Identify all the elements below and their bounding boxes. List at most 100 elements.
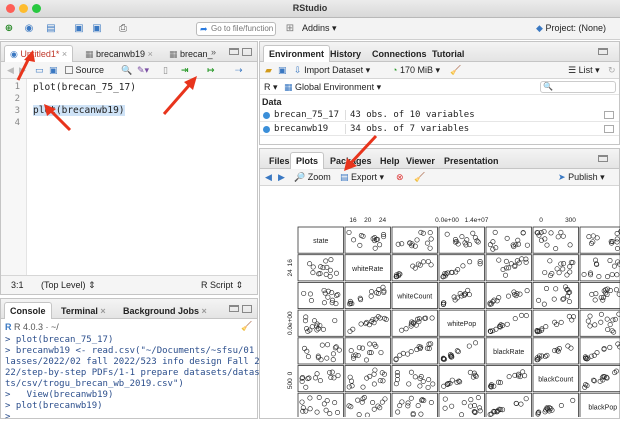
scatter-point — [378, 350, 384, 356]
scatter-point — [442, 396, 448, 402]
tab-untitled1[interactable]: ◉ Untitled1* × — [4, 45, 74, 62]
tab-packages[interactable]: Packages — [324, 152, 378, 169]
scatter-point — [358, 321, 364, 327]
minimize-pane-icon[interactable] — [229, 305, 239, 312]
run-icon[interactable]: ⇥ — [181, 65, 189, 76]
goto-file-input[interactable]: ➦ Go to file/function — [196, 22, 276, 36]
tab-console[interactable]: Console — [4, 302, 52, 319]
open-file-icon[interactable]: ▤ — [44, 22, 58, 35]
grid-layout-icon[interactable]: ⊞ — [283, 22, 297, 35]
console-line: > plot(brecanwb19) — [5, 401, 103, 411]
open-project-icon[interactable]: ◉ — [22, 22, 36, 35]
import-dataset-menu[interactable]: ⇩ Import Dataset ▾ — [294, 65, 370, 76]
scatter-point — [321, 401, 327, 407]
project-menu[interactable]: ◆ Project: (None) — [536, 23, 606, 34]
clear-plots-icon[interactable]: 🧹 — [414, 172, 425, 183]
refresh-icon[interactable]: ↻ — [608, 65, 616, 76]
wand-icon[interactable]: ✎▾ — [137, 65, 149, 76]
scatter-point — [329, 369, 335, 375]
scatter-point — [414, 237, 420, 243]
addins-menu[interactable]: Addins ▾ — [302, 23, 337, 34]
save-icon[interactable]: ▣ — [72, 22, 86, 35]
list-view-menu[interactable]: ☰ List ▾ — [568, 65, 600, 76]
minimize-pane-icon[interactable] — [229, 48, 239, 55]
expand-icon[interactable] — [263, 112, 270, 119]
scatter-point — [302, 345, 308, 351]
previous-plot-icon[interactable]: ◀ — [265, 172, 272, 183]
new-file-icon[interactable]: ⊕ — [3, 22, 15, 35]
clear-console-icon[interactable]: 🧹 — [241, 321, 252, 332]
tab-viewer[interactable]: Viewer — [400, 152, 441, 169]
compile-icon[interactable]: ▯ — [163, 65, 168, 76]
code-line: plot(brecan_75_17) — [33, 82, 136, 93]
tab-presentation[interactable]: Presentation — [438, 152, 505, 169]
back-icon[interactable]: ◀ — [7, 65, 14, 76]
save-workspace-icon[interactable]: ▣ — [278, 65, 287, 76]
print-icon[interactable]: ⎙ — [116, 22, 130, 35]
code-area[interactable]: 1 2 3 4 plot(brecan_75_17) plot(brecanwb… — [1, 79, 257, 275]
save-all-icon[interactable]: ▣ — [90, 22, 104, 35]
tab-label: Viewer — [406, 156, 435, 166]
close-tab-icon[interactable]: × — [148, 49, 153, 59]
memory-usage[interactable]: ◔ 170 MiB ▾ — [392, 65, 440, 76]
scatter-point — [325, 294, 331, 300]
variable-label: whiteRate — [351, 266, 383, 273]
maximize-pane-icon[interactable] — [242, 48, 252, 56]
tab-terminal[interactable]: Terminal × — [55, 302, 112, 319]
close-tab-icon[interactable]: × — [202, 306, 207, 316]
source-label: Source — [75, 65, 105, 75]
variable-label: blackCount — [538, 377, 573, 384]
load-workspace-icon[interactable]: ▰ — [265, 65, 272, 76]
maximize-pane-icon[interactable] — [242, 305, 252, 313]
tab-history[interactable]: History — [324, 45, 367, 62]
expand-icon[interactable] — [263, 126, 270, 133]
rerun-icon[interactable]: ↦ — [207, 65, 215, 76]
save-file-icon[interactable]: ▣ — [49, 65, 58, 76]
tab-background-jobs[interactable]: Background Jobs × — [117, 302, 213, 319]
view-table-icon[interactable] — [604, 125, 614, 133]
console-output[interactable]: > plot(brecan_75_17) > brecanwb19 <- rea… — [1, 334, 265, 422]
more-tabs-icon[interactable]: » — [211, 47, 216, 57]
scatter-point — [547, 258, 553, 264]
env-search-input[interactable]: 🔍 — [540, 81, 616, 93]
remove-plot-icon[interactable]: ⊗ — [396, 172, 404, 183]
scatter-point — [611, 263, 617, 269]
publish-menu[interactable]: ➤ Publish ▾ — [558, 172, 605, 183]
show-in-window-icon[interactable]: ▭ — [35, 65, 44, 76]
tab-environment[interactable]: Environment — [263, 45, 331, 62]
scatter-point — [587, 323, 593, 329]
scatter-point — [614, 272, 620, 278]
source-run-icon[interactable]: ⇢ — [235, 65, 243, 76]
tab-connections[interactable]: Connections — [366, 45, 433, 62]
scatter-point — [563, 284, 569, 290]
scatter-point — [316, 394, 322, 400]
scope-menu[interactable]: ▦ Global Environment ▾ — [284, 82, 381, 93]
close-tab-icon[interactable]: × — [100, 306, 105, 316]
file-type-menu[interactable]: R Script ⇕ — [201, 280, 243, 291]
scatter-point — [372, 245, 378, 251]
export-menu[interactable]: ▤ Export ▾ — [340, 172, 384, 183]
scatter-point — [308, 298, 314, 304]
minimize-pane-icon[interactable] — [598, 155, 608, 162]
scatter-point — [418, 229, 424, 235]
language-menu[interactable]: R ▾ — [264, 82, 278, 93]
env-row[interactable]: brecan_75_17 43 obs. of 10 variables — [260, 108, 619, 122]
scope-menu[interactable]: (Top Level) ⇕ — [41, 280, 96, 291]
close-tab-icon[interactable]: × — [62, 49, 67, 59]
tab-tutorial[interactable]: Tutorial — [426, 45, 470, 62]
export-icon: ▤ — [340, 172, 349, 182]
scatter-point — [461, 400, 467, 406]
tab-brecanwb19[interactable]: ▦ brecanwb19 × — [79, 45, 159, 62]
search-icon[interactable]: 🔍 — [121, 65, 132, 76]
forward-icon[interactable]: ▶ — [19, 65, 26, 76]
source-on-save-checkbox[interactable]: Source — [65, 65, 104, 75]
zoom-button[interactable]: 🔎 Zoom — [294, 172, 331, 183]
next-plot-icon[interactable]: ▶ — [278, 172, 285, 183]
clear-broom-icon[interactable]: 🧹 — [450, 65, 461, 76]
scatter-point — [560, 233, 566, 239]
console-line: > View(brecanwb19) — [5, 390, 114, 400]
view-table-icon[interactable] — [604, 111, 614, 119]
minimize-pane-icon[interactable] — [598, 48, 608, 55]
tab-plots[interactable]: Plots — [290, 152, 325, 169]
env-row[interactable]: brecanwb19 34 obs. of 7 variables — [260, 122, 619, 136]
